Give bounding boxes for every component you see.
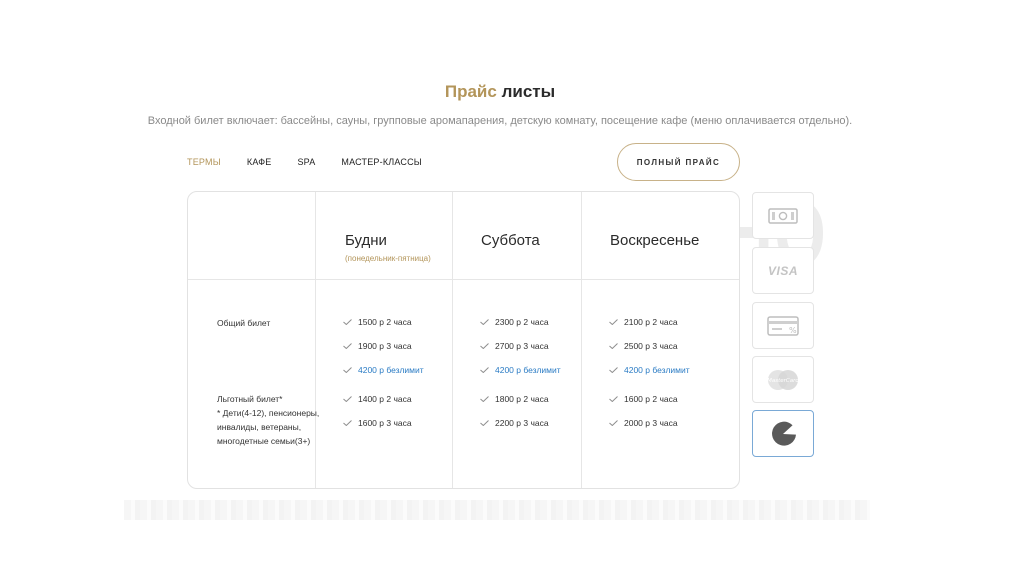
- check-icon: [343, 367, 352, 373]
- title-accent: Прайс: [444, 82, 497, 101]
- price-item: 2700 р 3 часа: [480, 341, 549, 351]
- price-text: 1500 р 2 часа: [358, 317, 412, 327]
- check-icon: [609, 343, 618, 349]
- row-label-discount: Льготный билет* * Дети(4-12), пенсионеры…: [217, 392, 319, 448]
- check-icon: [480, 343, 489, 349]
- discount-note-2: инвалиды, ветераны,: [217, 422, 302, 432]
- payment-mastercard[interactable]: MasterCard: [752, 356, 814, 403]
- check-icon: [480, 367, 489, 373]
- discount-title: Льготный билет*: [217, 394, 283, 404]
- price-text: 1600 р 3 часа: [358, 418, 412, 428]
- price-item: 1600 р 3 часа: [343, 418, 412, 428]
- price-item-unlimited: 4200 р безлимит: [480, 365, 561, 375]
- column-title-saturday: Суббота: [481, 232, 540, 249]
- price-item-unlimited: 4200 р безлимит: [609, 365, 690, 375]
- price-item: 1900 р 3 часа: [343, 341, 412, 351]
- svg-text:%: %: [789, 326, 797, 335]
- payment-visa[interactable]: VISA: [752, 247, 814, 294]
- check-icon: [609, 367, 618, 373]
- check-icon: [343, 319, 352, 325]
- column-subtitle-weekdays: (понедельник-пятница): [345, 254, 431, 263]
- check-icon: [480, 396, 489, 402]
- price-text: 2200 р 3 часа: [495, 418, 549, 428]
- price-text: 1400 р 2 часа: [358, 394, 412, 404]
- visa-icon: VISA: [767, 263, 798, 278]
- price-item: 2000 р 3 часа: [609, 418, 678, 428]
- price-text: 1900 р 3 часа: [358, 341, 412, 351]
- check-icon: [609, 420, 618, 426]
- pacman-pay-icon: [772, 421, 796, 446]
- header-divider: [188, 279, 739, 280]
- check-icon: [480, 420, 489, 426]
- price-item: 2500 р 3 часа: [609, 341, 678, 351]
- price-text: 1800 р 2 часа: [495, 394, 549, 404]
- price-text: 2500 р 3 часа: [624, 341, 678, 351]
- column-divider: [452, 192, 453, 488]
- payment-discount-card[interactable]: %: [752, 302, 814, 349]
- bottom-decorative-strip: [124, 500, 870, 520]
- price-text: 4200 р безлимит: [358, 365, 424, 375]
- column-title-weekdays: Будни: [345, 232, 387, 249]
- price-item: 2100 р 2 часа: [609, 317, 678, 327]
- price-text: 2700 р 3 часа: [495, 341, 549, 351]
- column-divider: [581, 192, 582, 488]
- discount-note-3: многодетные семьи(3+): [217, 436, 311, 446]
- tab-spa[interactable]: SPA: [297, 157, 315, 167]
- tab-master-classes[interactable]: МАСТЕР-КЛАССЫ: [341, 157, 422, 167]
- full-price-button[interactable]: ПОЛНЫЙ ПРАЙС: [617, 143, 740, 181]
- payment-cash[interactable]: [752, 192, 814, 239]
- card-discount-icon: %: [767, 315, 799, 336]
- payment-pacman-pay[interactable]: [752, 410, 814, 457]
- page-subtitle: Входной билет включает: бассейны, сауны,…: [147, 115, 853, 127]
- check-icon: [609, 396, 618, 402]
- price-item: 1600 р 2 часа: [609, 394, 678, 404]
- price-text: 1600 р 2 часа: [624, 394, 678, 404]
- price-table: Будни (понедельник-пятница) Суббота Воск…: [187, 191, 740, 489]
- check-icon: [609, 319, 618, 325]
- cash-icon: [768, 207, 798, 224]
- mastercard-icon: MasterCard: [767, 369, 799, 390]
- price-text: 2100 р 2 часа: [624, 317, 678, 327]
- discount-note-1: * Дети(4-12), пенсионеры,: [217, 408, 320, 418]
- price-item: 1500 р 2 часа: [343, 317, 412, 327]
- tab-terms[interactable]: ТЕРМЫ: [187, 157, 221, 167]
- page-title: Прайс листы: [0, 82, 1000, 102]
- price-text: 2300 р 2 часа: [495, 317, 549, 327]
- price-item-unlimited: 4200 р безлимит: [343, 365, 424, 375]
- price-text: 4200 р безлимит: [495, 365, 561, 375]
- price-item: 1400 р 2 часа: [343, 394, 412, 404]
- check-icon: [480, 319, 489, 325]
- price-item: 2300 р 2 часа: [480, 317, 549, 327]
- price-text: 2000 р 3 часа: [624, 418, 678, 428]
- mastercard-label: MasterCard: [767, 378, 799, 384]
- check-icon: [343, 343, 352, 349]
- row-label-general: Общий билет: [217, 318, 271, 328]
- price-item: 1800 р 2 часа: [480, 394, 549, 404]
- column-title-sunday: Воскресенье: [610, 232, 700, 249]
- check-icon: [343, 396, 352, 402]
- check-icon: [343, 420, 352, 426]
- price-item: 2200 р 3 часа: [480, 418, 549, 428]
- price-text: 4200 р безлимит: [624, 365, 690, 375]
- title-rest: листы: [501, 82, 556, 101]
- category-tabs: ТЕРМЫ КАФЕ SPA МАСТЕР-КЛАССЫ: [187, 157, 422, 167]
- tab-cafe[interactable]: КАФЕ: [247, 157, 272, 167]
